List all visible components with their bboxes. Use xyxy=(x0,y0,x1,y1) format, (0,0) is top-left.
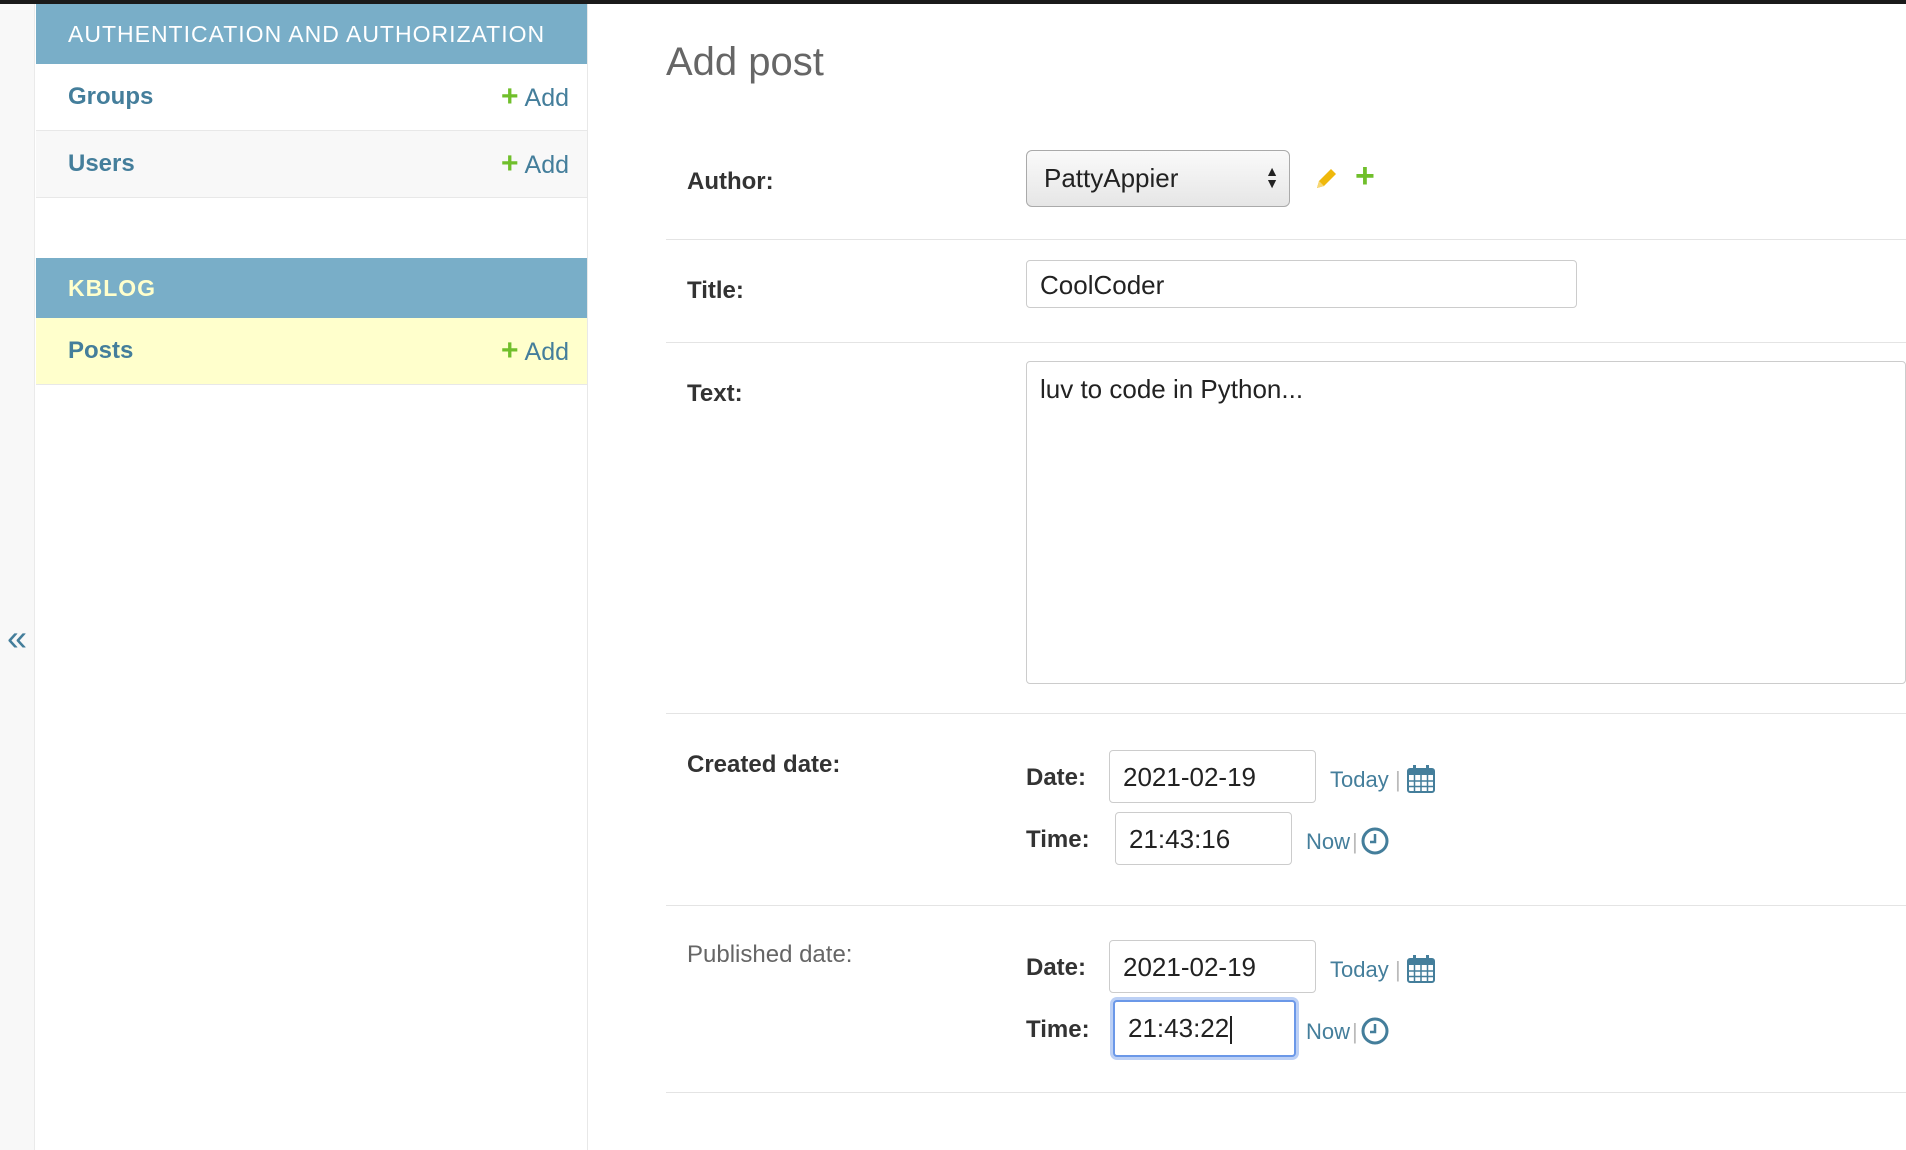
form-row-published-date: Published date: xyxy=(666,905,1906,1093)
author-label: Author: xyxy=(687,168,774,195)
published-now-link[interactable]: Now xyxy=(1306,1019,1350,1045)
plus-icon: + xyxy=(500,147,519,180)
page-title: Add post xyxy=(666,40,824,84)
users-link[interactable]: Users xyxy=(68,131,135,197)
published-time-sublabel: Time: xyxy=(1026,1016,1090,1043)
separator: | xyxy=(1352,1019,1358,1044)
created-time-sublabel: Time: xyxy=(1026,826,1090,853)
created-calendar-icon[interactable] xyxy=(1406,764,1436,794)
posts-add-link[interactable]: + Add xyxy=(501,318,569,385)
separator: | xyxy=(1395,767,1401,792)
plus-icon: + xyxy=(500,80,519,113)
text-caret xyxy=(1230,1016,1233,1045)
separator: | xyxy=(1395,957,1401,982)
published-date-input[interactable]: 2021-02-19 xyxy=(1109,940,1316,993)
created-now-link[interactable]: Now xyxy=(1306,829,1350,855)
sidebar-item-groups: Groups + Add xyxy=(36,64,587,131)
posts-link[interactable]: Posts xyxy=(68,318,133,384)
users-add-link[interactable]: + Add xyxy=(501,131,569,198)
nav-sidebar-toggle-strip[interactable]: « xyxy=(0,4,35,1150)
created-date-sublabel: Date: xyxy=(1026,764,1087,791)
author-selected-value: PattyAppier xyxy=(1044,163,1179,193)
nav-sidebar: AUTHENTICATION AND AUTHORIZATION Groups … xyxy=(36,4,588,1150)
form-row-created-date: Created date: xyxy=(666,713,1906,906)
module-caption-auth[interactable]: AUTHENTICATION AND AUTHORIZATION xyxy=(36,4,587,64)
published-date-label: Published date: xyxy=(687,941,853,968)
title-input[interactable]: CoolCoder xyxy=(1026,260,1577,308)
published-today-link[interactable]: Today xyxy=(1330,957,1389,983)
module-spacer xyxy=(36,198,587,258)
plus-icon: + xyxy=(500,334,519,367)
author-select[interactable]: PattyAppier ▲ ▼ xyxy=(1026,150,1290,207)
published-time-value: 21:43:22 xyxy=(1128,1013,1230,1043)
add-label: Add xyxy=(524,84,569,112)
published-clock-icon[interactable] xyxy=(1360,1016,1390,1046)
groups-link[interactable]: Groups xyxy=(68,64,153,130)
published-date-sublabel: Date: xyxy=(1026,954,1087,981)
add-label: Add xyxy=(524,338,569,366)
collapse-sidebar-icon[interactable]: « xyxy=(0,618,34,658)
add-related-plus-icon[interactable]: + xyxy=(1355,159,1375,193)
created-today-link[interactable]: Today xyxy=(1330,767,1389,793)
add-label: Add xyxy=(524,151,569,179)
groups-add-link[interactable]: + Add xyxy=(501,64,569,131)
separator: | xyxy=(1352,829,1358,854)
text-textarea[interactable]: luv to code in Python... xyxy=(1026,361,1906,684)
sidebar-item-users: Users + Add xyxy=(36,131,587,198)
module-caption-kblog[interactable]: KBLOG xyxy=(36,258,587,318)
select-arrows-icon: ▲ ▼ xyxy=(1265,163,1279,191)
published-calendar-icon[interactable] xyxy=(1406,954,1436,984)
created-clock-icon[interactable] xyxy=(1360,826,1390,856)
published-time-input[interactable]: 21:43:22 xyxy=(1113,1000,1296,1057)
text-label: Text: xyxy=(687,380,743,407)
created-time-input[interactable]: 21:43:16 xyxy=(1115,812,1292,865)
created-date-input[interactable]: 2021-02-19 xyxy=(1109,750,1316,803)
main-content: Add post Author: PattyAppier ▲ ▼ + Title:… xyxy=(666,4,1906,1150)
created-date-label: Created date: xyxy=(687,751,841,778)
edit-pencil-icon[interactable] xyxy=(1313,166,1339,192)
sidebar-item-posts: Posts + Add xyxy=(36,318,587,385)
title-label: Title: xyxy=(687,277,744,304)
